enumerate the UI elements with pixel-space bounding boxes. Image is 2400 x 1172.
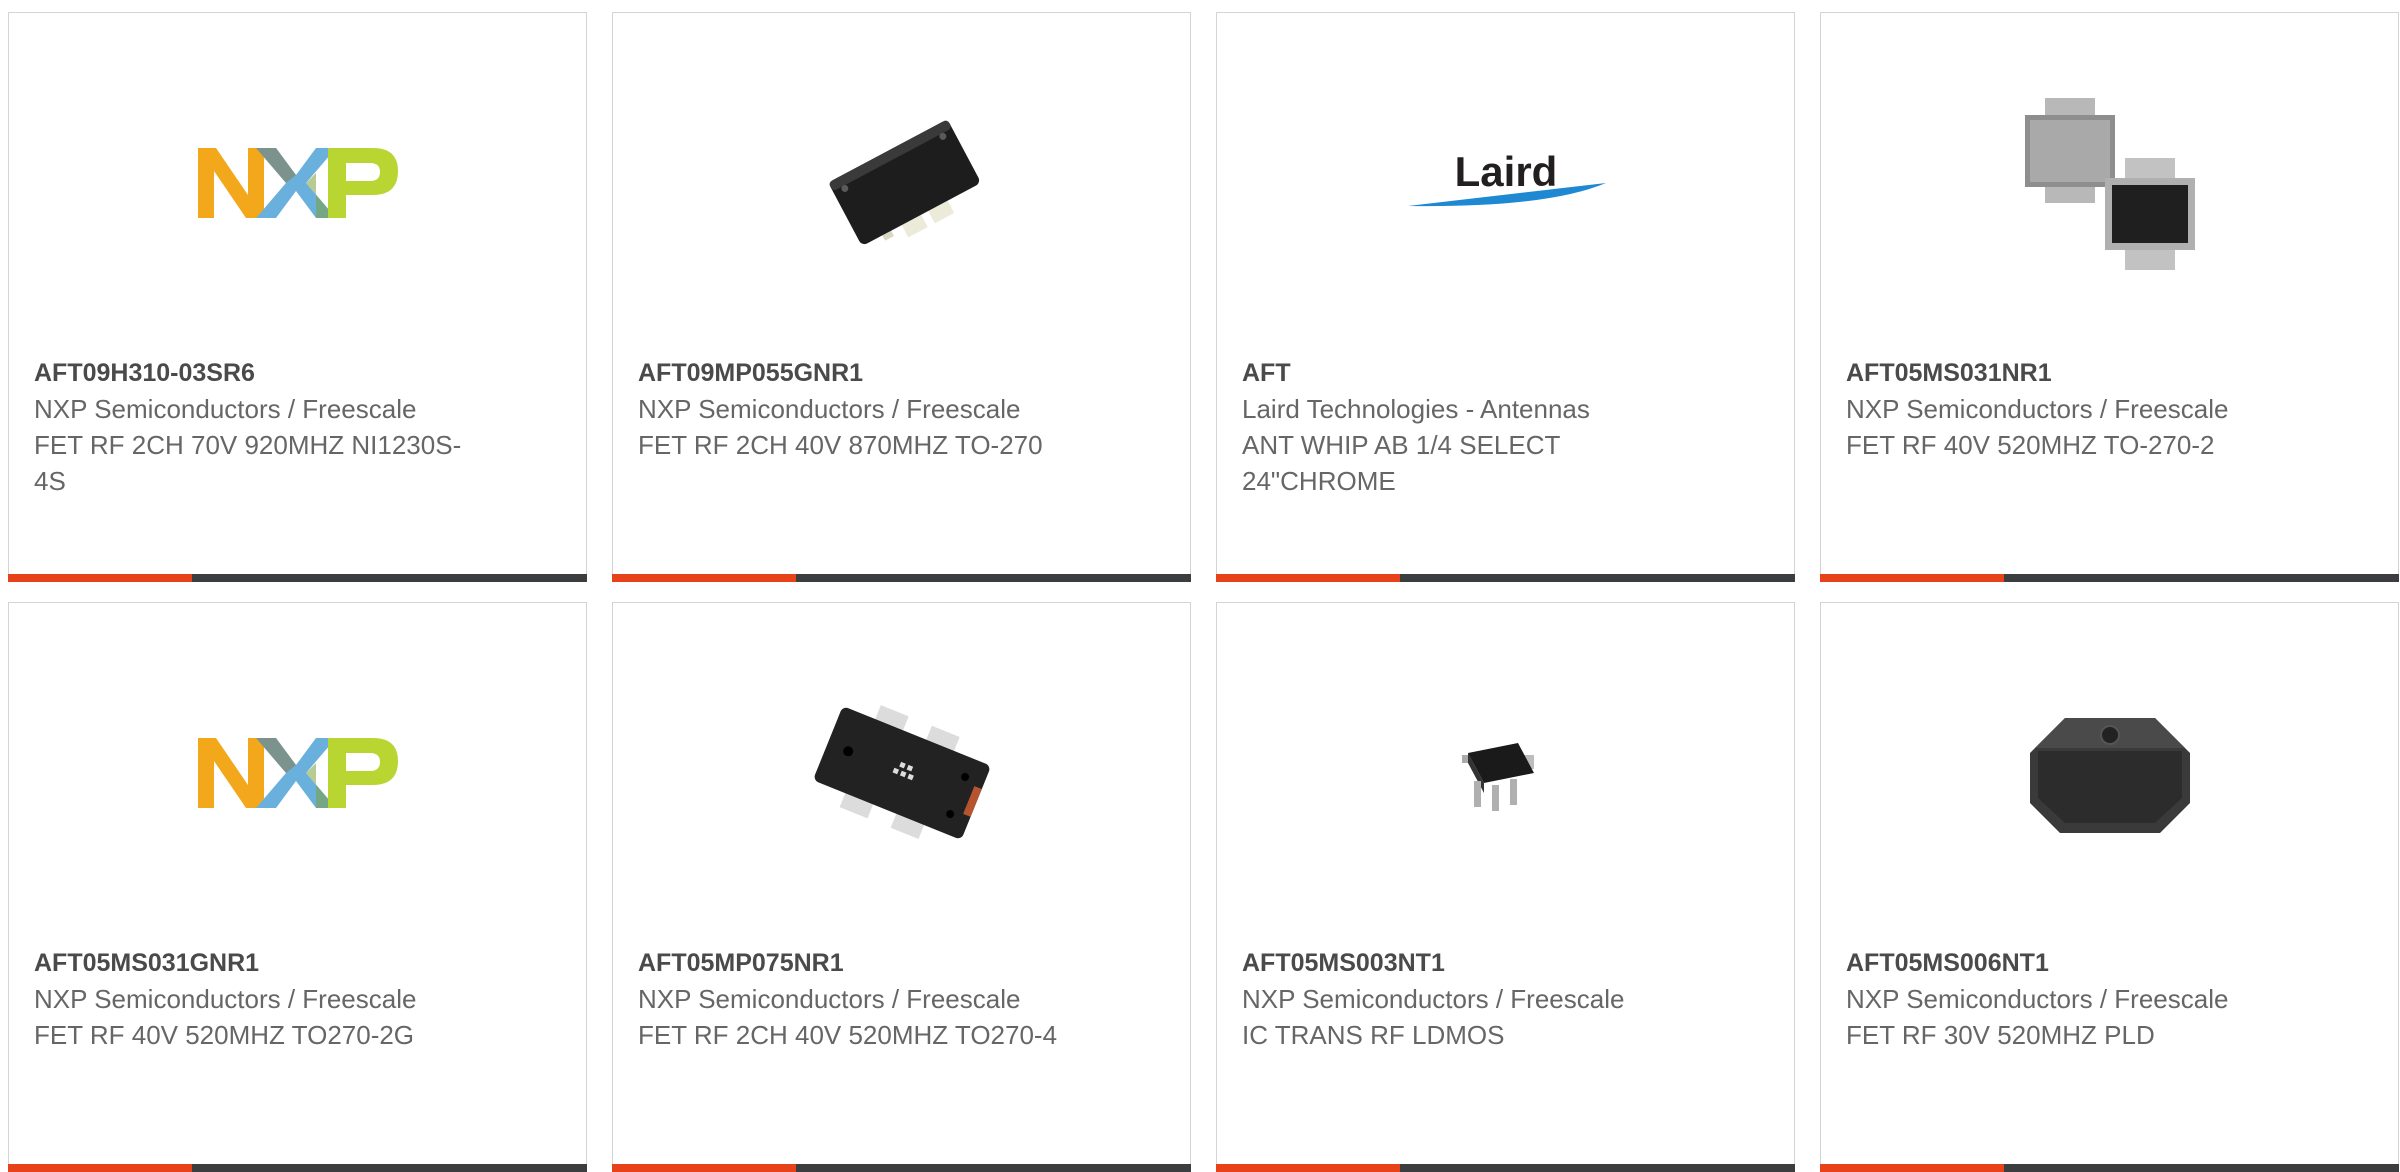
- product-info: AFT05MS031GNR1 NXP Semiconductors / Free…: [34, 945, 464, 1053]
- product-card[interactable]: AFT05MP075NR1 NXP Semiconductors / Frees…: [612, 602, 1191, 1172]
- part-number[interactable]: AFT05MP075NR1: [638, 945, 1068, 981]
- card-accent-bar: [612, 574, 796, 582]
- part-number[interactable]: AFT: [1242, 355, 1672, 391]
- nxp-logo: [198, 83, 398, 283]
- product-grid: AFT09H310-03SR6 NXP Semiconductors / Fre…: [8, 12, 2399, 1172]
- to270-4-package-image: [814, 705, 990, 839]
- laird-logo: Laird: [1406, 83, 1606, 283]
- card-accent-bar: [1820, 574, 2004, 582]
- card-accent-bar: [612, 1164, 796, 1172]
- description: FET RF 2CH 70V 920MHZ NI1230S-4S: [34, 430, 462, 496]
- product-card[interactable]: AFT09MP055GNR1 NXP Semiconductors / Free…: [612, 12, 1191, 582]
- part-number[interactable]: AFT05MS006NT1: [1846, 945, 2276, 981]
- product-image: [802, 83, 1002, 283]
- manufacturer: NXP Semiconductors / Freescale: [34, 394, 417, 424]
- card-accent-bar: [8, 574, 192, 582]
- description: FET RF 2CH 40V 870MHZ TO-270: [638, 430, 1043, 460]
- manufacturer: NXP Semiconductors / Freescale: [1846, 394, 2229, 424]
- part-number[interactable]: AFT05MS031GNR1: [34, 945, 464, 981]
- description: ANT WHIP AB 1/4 SELECT 24"CHROME: [1242, 430, 1560, 496]
- pld-package-image: [2030, 718, 2190, 833]
- product-info: AFT05MS031NR1 NXP Semiconductors / Frees…: [1846, 355, 2276, 463]
- product-info: AFT09MP055GNR1 NXP Semiconductors / Free…: [638, 355, 1068, 463]
- to270-packages-image: [2025, 98, 2195, 270]
- product-card[interactable]: AFT05MS031GNR1 NXP Semiconductors / Free…: [8, 602, 587, 1172]
- description: FET RF 40V 520MHZ TO270-2G: [34, 1020, 415, 1050]
- rf-package-black-image: [829, 120, 980, 245]
- card-bottom-bar: [8, 574, 587, 582]
- card-bottom-bar: [612, 1164, 1191, 1172]
- product-card[interactable]: Laird AFT Laird Technologies - Antennas …: [1216, 12, 1795, 582]
- product-image: [2010, 83, 2210, 283]
- card-bottom-bar: [8, 1164, 587, 1172]
- product-info: AFT05MP075NR1 NXP Semiconductors / Frees…: [638, 945, 1068, 1053]
- manufacturer: NXP Semiconductors / Freescale: [34, 984, 417, 1014]
- card-bottom-bar: [1216, 1164, 1795, 1172]
- card-bottom-bar: [1820, 1164, 2399, 1172]
- product-info: AFT05MS003NT1 NXP Semiconductors / Frees…: [1242, 945, 1672, 1053]
- part-number[interactable]: AFT05MS031NR1: [1846, 355, 2276, 391]
- card-accent-bar: [1216, 574, 1400, 582]
- card-accent-bar: [1216, 1164, 1400, 1172]
- product-card[interactable]: AFT05MS003NT1 NXP Semiconductors / Frees…: [1216, 602, 1795, 1172]
- product-image: [802, 673, 1002, 873]
- description: FET RF 30V 520MHZ PLD: [1846, 1020, 2155, 1050]
- part-number[interactable]: AFT09H310-03SR6: [34, 355, 464, 391]
- product-image: [1406, 673, 1606, 873]
- sot89-transistor-image: [1462, 743, 1534, 811]
- product-image: [2010, 673, 2210, 873]
- product-card[interactable]: AFT05MS031NR1 NXP Semiconductors / Frees…: [1820, 12, 2399, 582]
- manufacturer: NXP Semiconductors / Freescale: [638, 984, 1021, 1014]
- manufacturer: NXP Semiconductors / Freescale: [1242, 984, 1625, 1014]
- manufacturer: NXP Semiconductors / Freescale: [1846, 984, 2229, 1014]
- product-info: AFT09H310-03SR6 NXP Semiconductors / Fre…: [34, 355, 464, 499]
- description: FET RF 2CH 40V 520MHZ TO270-4: [638, 1020, 1058, 1050]
- product-info: AFT Laird Technologies - Antennas ANT WH…: [1242, 355, 1672, 499]
- card-accent-bar: [1820, 1164, 2004, 1172]
- card-bottom-bar: [1216, 574, 1795, 582]
- description: IC TRANS RF LDMOS: [1242, 1020, 1505, 1050]
- product-info: AFT05MS006NT1 NXP Semiconductors / Frees…: [1846, 945, 2276, 1053]
- nxp-logo: [198, 673, 398, 873]
- description: FET RF 40V 520MHZ TO-270-2: [1846, 430, 2215, 460]
- card-bottom-bar: [1820, 574, 2399, 582]
- part-number[interactable]: AFT05MS003NT1: [1242, 945, 1672, 981]
- svg-text:Laird: Laird: [1455, 148, 1558, 195]
- part-number[interactable]: AFT09MP055GNR1: [638, 355, 1068, 391]
- product-card[interactable]: AFT09H310-03SR6 NXP Semiconductors / Fre…: [8, 12, 587, 582]
- card-accent-bar: [8, 1164, 192, 1172]
- product-card[interactable]: AFT05MS006NT1 NXP Semiconductors / Frees…: [1820, 602, 2399, 1172]
- manufacturer: NXP Semiconductors / Freescale: [638, 394, 1021, 424]
- card-bottom-bar: [612, 574, 1191, 582]
- manufacturer: Laird Technologies - Antennas: [1242, 394, 1590, 424]
